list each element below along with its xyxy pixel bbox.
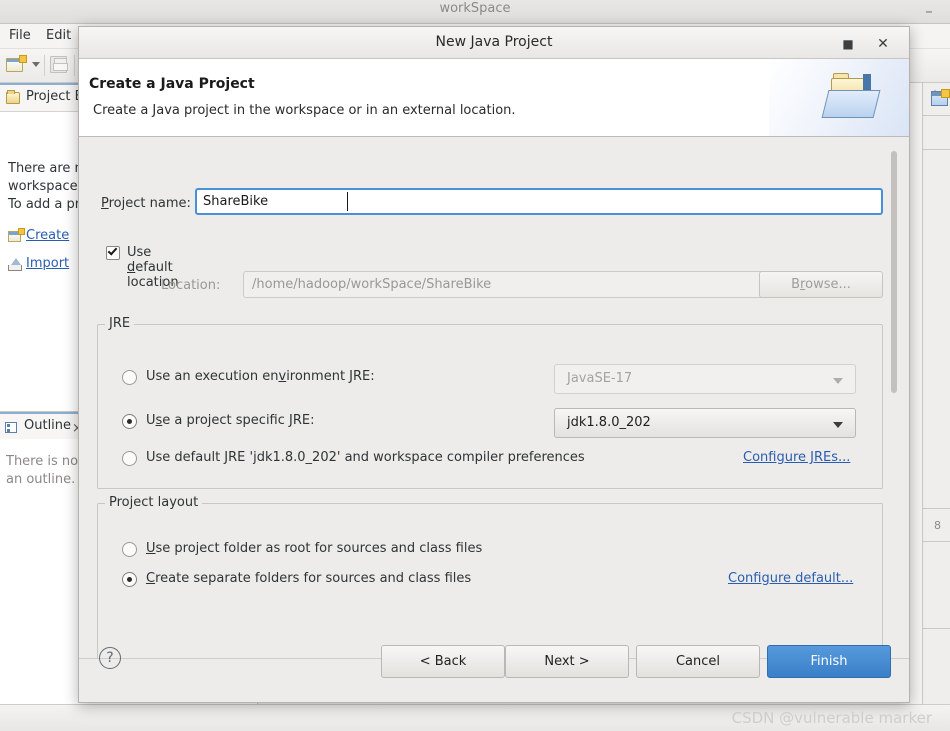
maximize-icon[interactable]: ■ — [839, 35, 857, 53]
dialog-title: New Java Project — [435, 34, 553, 50]
perspective-java-icon[interactable] — [931, 89, 950, 106]
restore-icon[interactable]: 8 — [934, 520, 941, 531]
create-project-icon — [8, 228, 25, 243]
import-projects-icon — [8, 258, 23, 271]
dialog-footer: ? < Back Next > Cancel Finish — [79, 645, 909, 702]
chevron-down-icon — [833, 422, 843, 428]
jre-group-legend: JRE — [105, 316, 135, 331]
dialog-body: Project name: Use default location Locat… — [79, 138, 909, 660]
location-label: Location: — [161, 278, 221, 293]
divider — [922, 628, 950, 629]
chevron-down-icon[interactable] — [32, 62, 40, 67]
divider — [922, 115, 950, 116]
cancel-button[interactable]: Cancel — [636, 645, 760, 678]
outline-icon — [5, 422, 17, 433]
radio-default-jre[interactable] — [122, 451, 137, 466]
project-specific-jre-combo[interactable]: jdk1.8.0_202 — [554, 408, 856, 438]
execution-environment-combo: JavaSE-17 — [554, 364, 856, 394]
radio-separate-folders-label: Create separate folders for sources and … — [146, 571, 472, 586]
divider — [922, 508, 950, 509]
chevron-down-icon — [833, 378, 843, 384]
java-project-folder-icon — [821, 72, 887, 124]
next-button[interactable]: Next > — [505, 645, 629, 678]
new-java-project-dialog: New Java Project ■ ✕ Create a Java Proje… — [78, 26, 910, 703]
save-icon[interactable] — [50, 56, 68, 73]
dialog-scrollbar[interactable] — [891, 151, 897, 646]
radio-default-jre-label: Use default JRE 'jdk1.8.0_202' and works… — [146, 450, 585, 465]
folder-icon — [6, 90, 20, 104]
toolbar-separator — [44, 55, 45, 76]
minimize-icon[interactable]: – — [920, 2, 938, 20]
project-layout-group: Project layout Use project folder as roo… — [97, 495, 883, 660]
location-input: /home/hadoop/workSpace/ShareBike — [243, 271, 831, 298]
project-name-label-rest: roject name: — [108, 196, 191, 211]
dialog-titlebar: New Java Project ■ ✕ — [79, 27, 909, 59]
link-create-project[interactable]: Create — [26, 228, 69, 243]
radio-project-folder-root[interactable] — [122, 542, 137, 557]
radio-execution-environment-jre[interactable] — [122, 370, 137, 385]
configure-jres-link[interactable]: Configure JREs... — [743, 450, 850, 465]
execution-environment-combo-value: JavaSE-17 — [567, 371, 633, 386]
radio-project-specific-jre-label: Use a project specific JRE: — [146, 413, 315, 428]
help-icon[interactable]: ? — [99, 647, 121, 669]
radio-separate-folders[interactable] — [122, 572, 137, 587]
project-name-label: Project name: — [101, 196, 191, 211]
toolbar-separator — [74, 55, 75, 76]
jre-group: JRE Use an execution environment JRE: Ja… — [97, 316, 883, 489]
menu-item-edit[interactable]: Edit — [40, 28, 77, 43]
page-description: Create a Java project in the workspace o… — [93, 103, 516, 118]
finish-button[interactable]: Finish — [767, 645, 891, 678]
project-name-input[interactable] — [195, 188, 883, 215]
perspective-sidebar: ⋮ 8 — [922, 83, 950, 704]
menu-item-file[interactable]: File — [3, 28, 37, 43]
browse-button: Browse... — [759, 271, 883, 298]
tab-outline[interactable]: Outline × — [0, 412, 83, 440]
project-specific-jre-combo-value: jdk1.8.0_202 — [567, 415, 651, 430]
dialog-header: Create a Java Project Create a Java proj… — [79, 59, 909, 137]
main-window-titlebar: workSpace – — [0, 0, 950, 24]
text-caret — [347, 192, 348, 211]
close-icon[interactable]: ✕ — [874, 35, 892, 53]
new-file-icon[interactable] — [6, 55, 27, 74]
project-layout-group-legend: Project layout — [105, 495, 203, 510]
watermark: CSDN @vulnerable marker — [731, 709, 932, 727]
page-title: Create a Java Project — [89, 76, 255, 92]
radio-project-folder-root-label: Use project folder as root for sources a… — [146, 541, 483, 556]
scrollbar-thumb[interactable] — [891, 151, 897, 393]
radio-project-specific-jre[interactable] — [122, 414, 137, 429]
link-import-projects[interactable]: Import — [26, 256, 69, 271]
configure-default-link[interactable]: Configure default... — [728, 571, 853, 586]
use-default-location-checkbox[interactable] — [106, 245, 120, 260]
divider — [922, 541, 950, 542]
screen-root: workSpace – File Edit Project Exp There … — [0, 0, 950, 731]
divider — [922, 149, 950, 150]
main-window-title: workSpace — [439, 1, 511, 16]
radio-execution-environment-jre-label: Use an execution environment JRE: — [146, 369, 375, 384]
back-button[interactable]: < Back — [381, 645, 505, 678]
tab-outline-label: Outline — [24, 418, 72, 433]
